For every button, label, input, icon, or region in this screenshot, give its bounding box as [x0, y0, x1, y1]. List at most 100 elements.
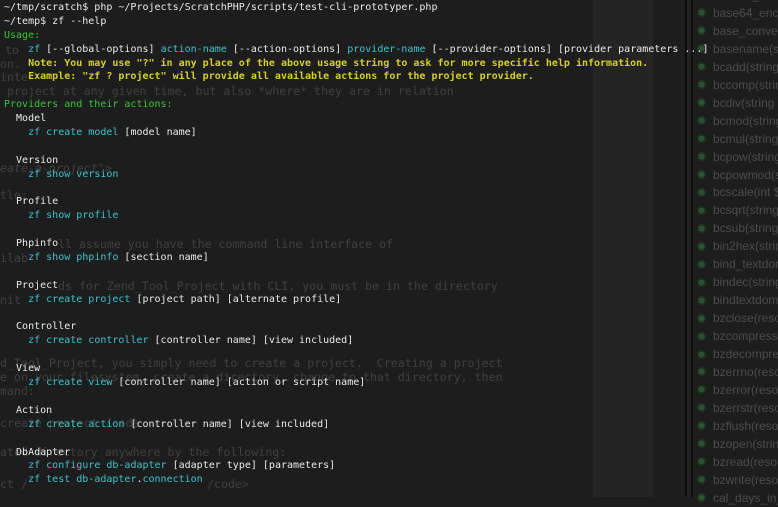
function-list-item[interactable]: bcdiv(string $left_operand, string $righ… [697, 94, 778, 112]
terminal-line [4, 223, 708, 237]
function-list-item-label: bzdecompress(string $source, int $small) [713, 347, 778, 361]
function-list-item[interactable]: base64_encode(string $data) [697, 4, 778, 22]
terminal-text-segment: Action [4, 405, 52, 416]
terminal-text-segment: zf create action [28, 419, 124, 430]
terminal-line: zf [--global-options] action-name [--act… [4, 43, 708, 57]
terminal-text-segment: ~/tmp/scratch$ php ~/Projects/ScratchPHP… [4, 2, 437, 13]
function-list-item[interactable]: bind_textdomain_codeset(string $domain, … [697, 255, 778, 273]
terminal-text-segment: zf show profile [28, 210, 118, 221]
terminal-text-segment [4, 335, 28, 346]
terminal-text-segment: View [4, 363, 40, 374]
function-list-item[interactable]: cal_days_in_month(int $calendar, int $mo… [697, 489, 778, 507]
function-list-item[interactable]: bindec(string $binary_string) [697, 273, 778, 291]
terminal-line: View [4, 362, 708, 376]
terminal-line: Example: "zf ? project" will provide all… [4, 70, 708, 84]
function-list-item-label: bindtextdomain(string $domain, string $d… [713, 293, 778, 307]
terminal-text-segment: Project [4, 280, 58, 291]
terminal-text-segment: zf test db-adapter [28, 474, 136, 485]
function-list-item-label: bzclose(resource $bz) [713, 311, 778, 325]
function-list-item[interactable]: basename(string $path, string $suffix) [697, 40, 778, 58]
terminal-text-segment [4, 294, 28, 305]
function-list-item[interactable]: bindtextdomain(string $domain, string $d… [697, 291, 778, 309]
terminal-line [4, 140, 708, 154]
terminal-line: zf create project [project path] [altern… [4, 293, 708, 307]
function-list-item[interactable]: bzclose(resource $bz) [697, 309, 778, 327]
function-list-item-label: bzopen(string $filename, string $mode) [713, 437, 778, 451]
terminal-line: DbAdapter [4, 446, 708, 460]
terminal-text-segment: [controller name] [view included] [124, 419, 329, 430]
function-list-item-label: base_convert(string $number, int $fromba… [713, 24, 778, 38]
function-list-item[interactable]: bcadd(string $left_operand, string $righ… [697, 58, 778, 76]
terminal-text-segment: [--provider-options] [provider parameter… [426, 44, 709, 55]
terminal-line: Action [4, 404, 708, 418]
terminal-text-segment: provider-name [347, 44, 425, 55]
function-list-item-label: bzcompress(string $source, int $blocksiz… [713, 329, 778, 343]
terminal-line: zf create controller [controller name] [… [4, 334, 708, 348]
function-list-item[interactable]: bzerror(resource $bz) [697, 381, 778, 399]
terminal-line: Usage: [4, 29, 708, 43]
function-list-item[interactable]: bzopen(string $filename, string $mode) [697, 435, 778, 453]
function-list-item-label: bcmod(string $left_operand, string $modu… [713, 114, 778, 128]
terminal-text-segment: Controller [4, 321, 76, 332]
terminal-text-segment: [model name] [118, 127, 196, 138]
function-list-item[interactable]: bzcompress(string $source, int $blocksiz… [697, 327, 778, 345]
terminal-line: zf create model [model name] [4, 126, 708, 140]
function-list-item[interactable]: bzerrno(resource $bz) [697, 363, 778, 381]
terminal-text-segment: Usage: [4, 30, 40, 41]
terminal-line: Profile [4, 195, 708, 209]
function-list-item-label: bcscale(int $scale) [713, 185, 778, 199]
terminal-line: zf configure db-adapter [adapter type] [… [4, 459, 708, 473]
terminal-line: ~/temp$ zf --help [4, 15, 708, 29]
terminal-text-segment: connection [143, 474, 203, 485]
function-list-item-label: cal_days_in_month(int $calendar, int $mo… [713, 491, 778, 505]
terminal-text-segment [4, 460, 28, 471]
function-list-item[interactable]: bcscale(int $scale) [697, 183, 778, 201]
terminal-text-segment: [--global-options] [40, 44, 160, 55]
function-list-item[interactable]: bcpowmod(string $left_operand, string $r… [697, 166, 778, 184]
function-list-item[interactable]: bccomp(string $left_operand, string $rig… [697, 76, 778, 94]
function-list-item[interactable]: bzflush(resource $bz) [697, 417, 778, 435]
function-list-item[interactable]: bcsub(string $left_operand, string $righ… [697, 219, 778, 237]
terminal-line: zf create view [controller name] [action… [4, 376, 708, 390]
function-list-item[interactable]: bin2hex(string $str) [697, 237, 778, 255]
terminal-line: Note: You may use "?" in any place of th… [4, 57, 708, 71]
function-list-item[interactable]: bcmod(string $left_operand, string $modu… [697, 112, 778, 130]
function-list-item[interactable]: base_convert(string $number, int $fromba… [697, 22, 778, 40]
function-list-item[interactable]: bcmul(string $left_operand, string $righ… [697, 130, 778, 148]
terminal-line: Phpinfo [4, 237, 708, 251]
function-list-item[interactable]: bzwrite(resource $bz, string $data, int … [697, 471, 778, 489]
function-list-item[interactable]: bzerrstr(resource $bz) [697, 399, 778, 417]
function-bullet-icon [697, 493, 706, 502]
terminal-text-segment: [section name] [118, 252, 208, 263]
function-list-item[interactable]: bzdecompress(string $source, int $small) [697, 345, 778, 363]
terminal-text-segment: zf configure db-adapter [28, 460, 166, 471]
terminal-text-segment: Version [4, 155, 58, 166]
terminal-text-segment [4, 127, 28, 138]
terminal-text-segment: zf create project [28, 294, 130, 305]
terminal-line: Version [4, 154, 708, 168]
terminal-line: ~/tmp/scratch$ php ~/Projects/ScratchPHP… [4, 1, 708, 15]
function-list-item[interactable]: bzread(resource $bz, int $length) [697, 453, 778, 471]
function-list-item-label: bindec(string $binary_string) [713, 275, 778, 289]
terminal-text-segment: ~/temp$ zf --help [4, 16, 106, 27]
function-list-item[interactable]: bcpow(string $left_operand, string $righ… [697, 148, 778, 166]
terminal-line [4, 348, 708, 362]
function-list-item-label: bcadd(string $left_operand, string $righ… [713, 60, 778, 74]
terminal-text-segment: Profile [4, 196, 58, 207]
function-list-item-label: bcpow(string $left_operand, string $righ… [713, 150, 778, 164]
terminal-text-segment: Phpinfo [4, 238, 58, 249]
terminal-output[interactable]: ~/tmp/scratch$ php ~/Projects/ScratchPHP… [4, 1, 708, 487]
terminal-line: zf show version [4, 168, 708, 182]
terminal-text-segment: [project path] [alternate profile] [130, 294, 341, 305]
terminal-text-segment: Providers and their actions: [4, 99, 173, 110]
function-list-item-label: bzerrno(resource $bz) [713, 365, 778, 379]
function-list-item[interactable]: bcsqrt(string $operand, int $scale) [697, 201, 778, 219]
function-list-item-label: bccomp(string $left_operand, string $rig… [713, 78, 778, 92]
function-list-item-label: bcmul(string $left_operand, string $righ… [713, 132, 778, 146]
terminal-text-segment: DbAdapter [4, 447, 70, 458]
terminal-line [4, 432, 708, 446]
terminal-line: zf show profile [4, 209, 708, 223]
function-list-item-label: bin2hex(string $str) [713, 239, 778, 253]
function-list-item-label: bind_textdomain_codeset(string $domain, … [713, 257, 778, 271]
function-list-item-label: bzerror(resource $bz) [713, 383, 778, 397]
